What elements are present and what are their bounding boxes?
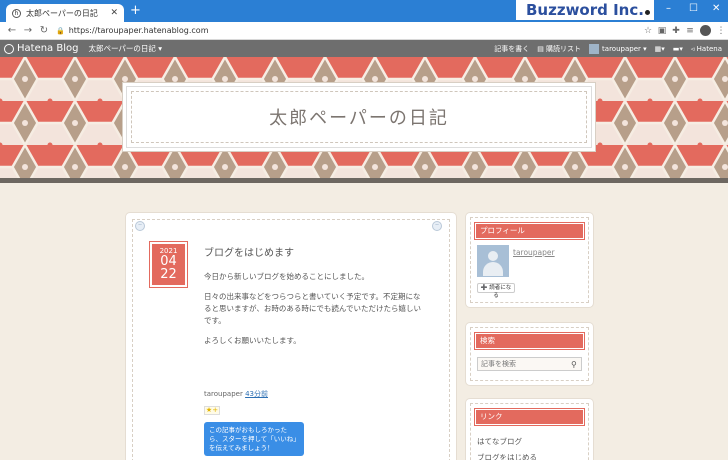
maximize-button[interactable]: ☐: [689, 3, 698, 14]
close-window-button[interactable]: ✕: [712, 3, 720, 14]
minimize-button[interactable]: –: [666, 3, 671, 14]
reader-list-label: 購読リスト: [546, 44, 582, 53]
brand-watermark: Buzzword Inc.: [516, 0, 654, 20]
search-heading: 検索: [475, 333, 584, 349]
article-title[interactable]: ブログをはじめます: [204, 244, 294, 259]
link-item[interactable]: はてなブログ: [477, 436, 522, 447]
search-input[interactable]: 記事を検索: [477, 357, 582, 371]
links-heading: リンク: [475, 409, 584, 425]
article-paragraph: 日々の出来事などをつらつらと書いていく予定です。不定期になると思いますが、お時の…: [204, 292, 421, 325]
article-meta: taroupaper 43分前: [204, 389, 268, 399]
new-tab-icon[interactable]: +: [130, 4, 141, 18]
article-date[interactable]: 2021 04 22: [150, 242, 187, 287]
link-item[interactable]: ブログをはじめる: [477, 452, 537, 460]
blog-title[interactable]: 太郎ペーパーの日記: [269, 104, 449, 130]
tab-close-icon[interactable]: ✕: [110, 8, 118, 18]
avatar-body: [483, 262, 503, 276]
bookmark-star-icon[interactable]: ☆: [641, 26, 655, 36]
puzzle-icon[interactable]: ✚: [669, 26, 683, 36]
hatena-link[interactable]: ◃ Hatena: [691, 45, 722, 53]
reader-icon: ▤: [537, 44, 547, 53]
user-thumb: [589, 43, 600, 54]
user-menu[interactable]: taroupaper ▾: [589, 43, 647, 54]
search-module: 検索: [466, 323, 593, 385]
blog-name-menu[interactable]: 太郎ペーパーの日記 ▾: [88, 43, 162, 54]
write-article-link[interactable]: 記事を書く: [494, 44, 529, 54]
profile-heading: プロフィール: [475, 223, 584, 239]
notification-icon[interactable]: ▬▾: [673, 45, 683, 53]
profile-name-link[interactable]: taroupaper: [513, 248, 555, 257]
hatena-label: Hatena: [696, 44, 722, 53]
date-day: 22: [160, 267, 177, 282]
pin-icon: ··: [432, 221, 442, 231]
profile-avatar[interactable]: [477, 245, 509, 277]
lock-icon: 🔒: [56, 26, 65, 35]
media-icon[interactable]: ≡: [683, 26, 697, 36]
add-star-button[interactable]: ★+: [204, 406, 220, 415]
tab-title: 太郎ペーパーの日記: [26, 8, 98, 18]
browser-tab-strip: h 太郎ペーパーの日記 ✕ + Buzzword Inc. – ☐ ✕: [0, 0, 728, 22]
search-icon[interactable]: ⚲: [571, 360, 577, 369]
article-body: 今日から新しいブログを始めることにしました。 日々の出来事などをつらつらと書いて…: [204, 271, 428, 355]
article-author[interactable]: taroupaper: [204, 390, 243, 398]
user-name: taroupaper ▾: [602, 44, 647, 53]
hatena-blog-logo[interactable]: Hatena Blog: [4, 43, 78, 54]
subscribe-button[interactable]: ➕ 読者になる: [477, 283, 515, 299]
record-icon: [643, 8, 652, 17]
url-field[interactable]: 🔒 https://taroupaper.hatenablog.com: [56, 24, 641, 38]
article-paragraph: 今日から新しいブログを始めることにしました。: [204, 272, 369, 281]
links-module: リンク: [466, 399, 593, 460]
url-text: https://taroupaper.hatenablog.com: [68, 26, 209, 35]
reader-list-link[interactable]: ▤ 購読リスト: [537, 44, 581, 54]
hatena-favicon-icon: h: [12, 8, 21, 18]
back-icon[interactable]: ←: [4, 25, 20, 36]
forward-icon[interactable]: →: [20, 25, 36, 36]
profile-avatar-icon[interactable]: [700, 25, 711, 36]
apps-grid-icon[interactable]: ▦▾: [655, 45, 665, 53]
hatena-toolbar: Hatena Blog 太郎ペーパーの日記 ▾ 記事を書く ▤ 購読リスト ta…: [0, 40, 728, 57]
hatena-ring-icon: [4, 43, 14, 54]
address-bar: ← → ↻ 🔒 https://taroupaper.hatenablog.co…: [0, 22, 728, 40]
reload-icon[interactable]: ↻: [36, 25, 52, 36]
browser-tab[interactable]: h 太郎ペーパーの日記 ✕: [6, 4, 124, 22]
pin-icon: ··: [135, 221, 145, 231]
star-tooltip: この記事がおもしろかったら、スターを押して「いいね」を伝えてみましょう！: [204, 422, 304, 456]
hatena-logo-text: Hatena Blog: [17, 43, 79, 54]
blog-title-box[interactable]: 太郎ペーパーの日記: [126, 86, 592, 148]
header-divider: [0, 178, 728, 183]
article-paragraph: よろしくお願いいたします。: [204, 336, 301, 345]
extension-icon[interactable]: ▣: [655, 26, 669, 36]
avatar-head: [488, 251, 498, 261]
menu-dots-icon[interactable]: ⋮: [714, 26, 728, 36]
article-time-link[interactable]: 43分前: [245, 390, 268, 398]
